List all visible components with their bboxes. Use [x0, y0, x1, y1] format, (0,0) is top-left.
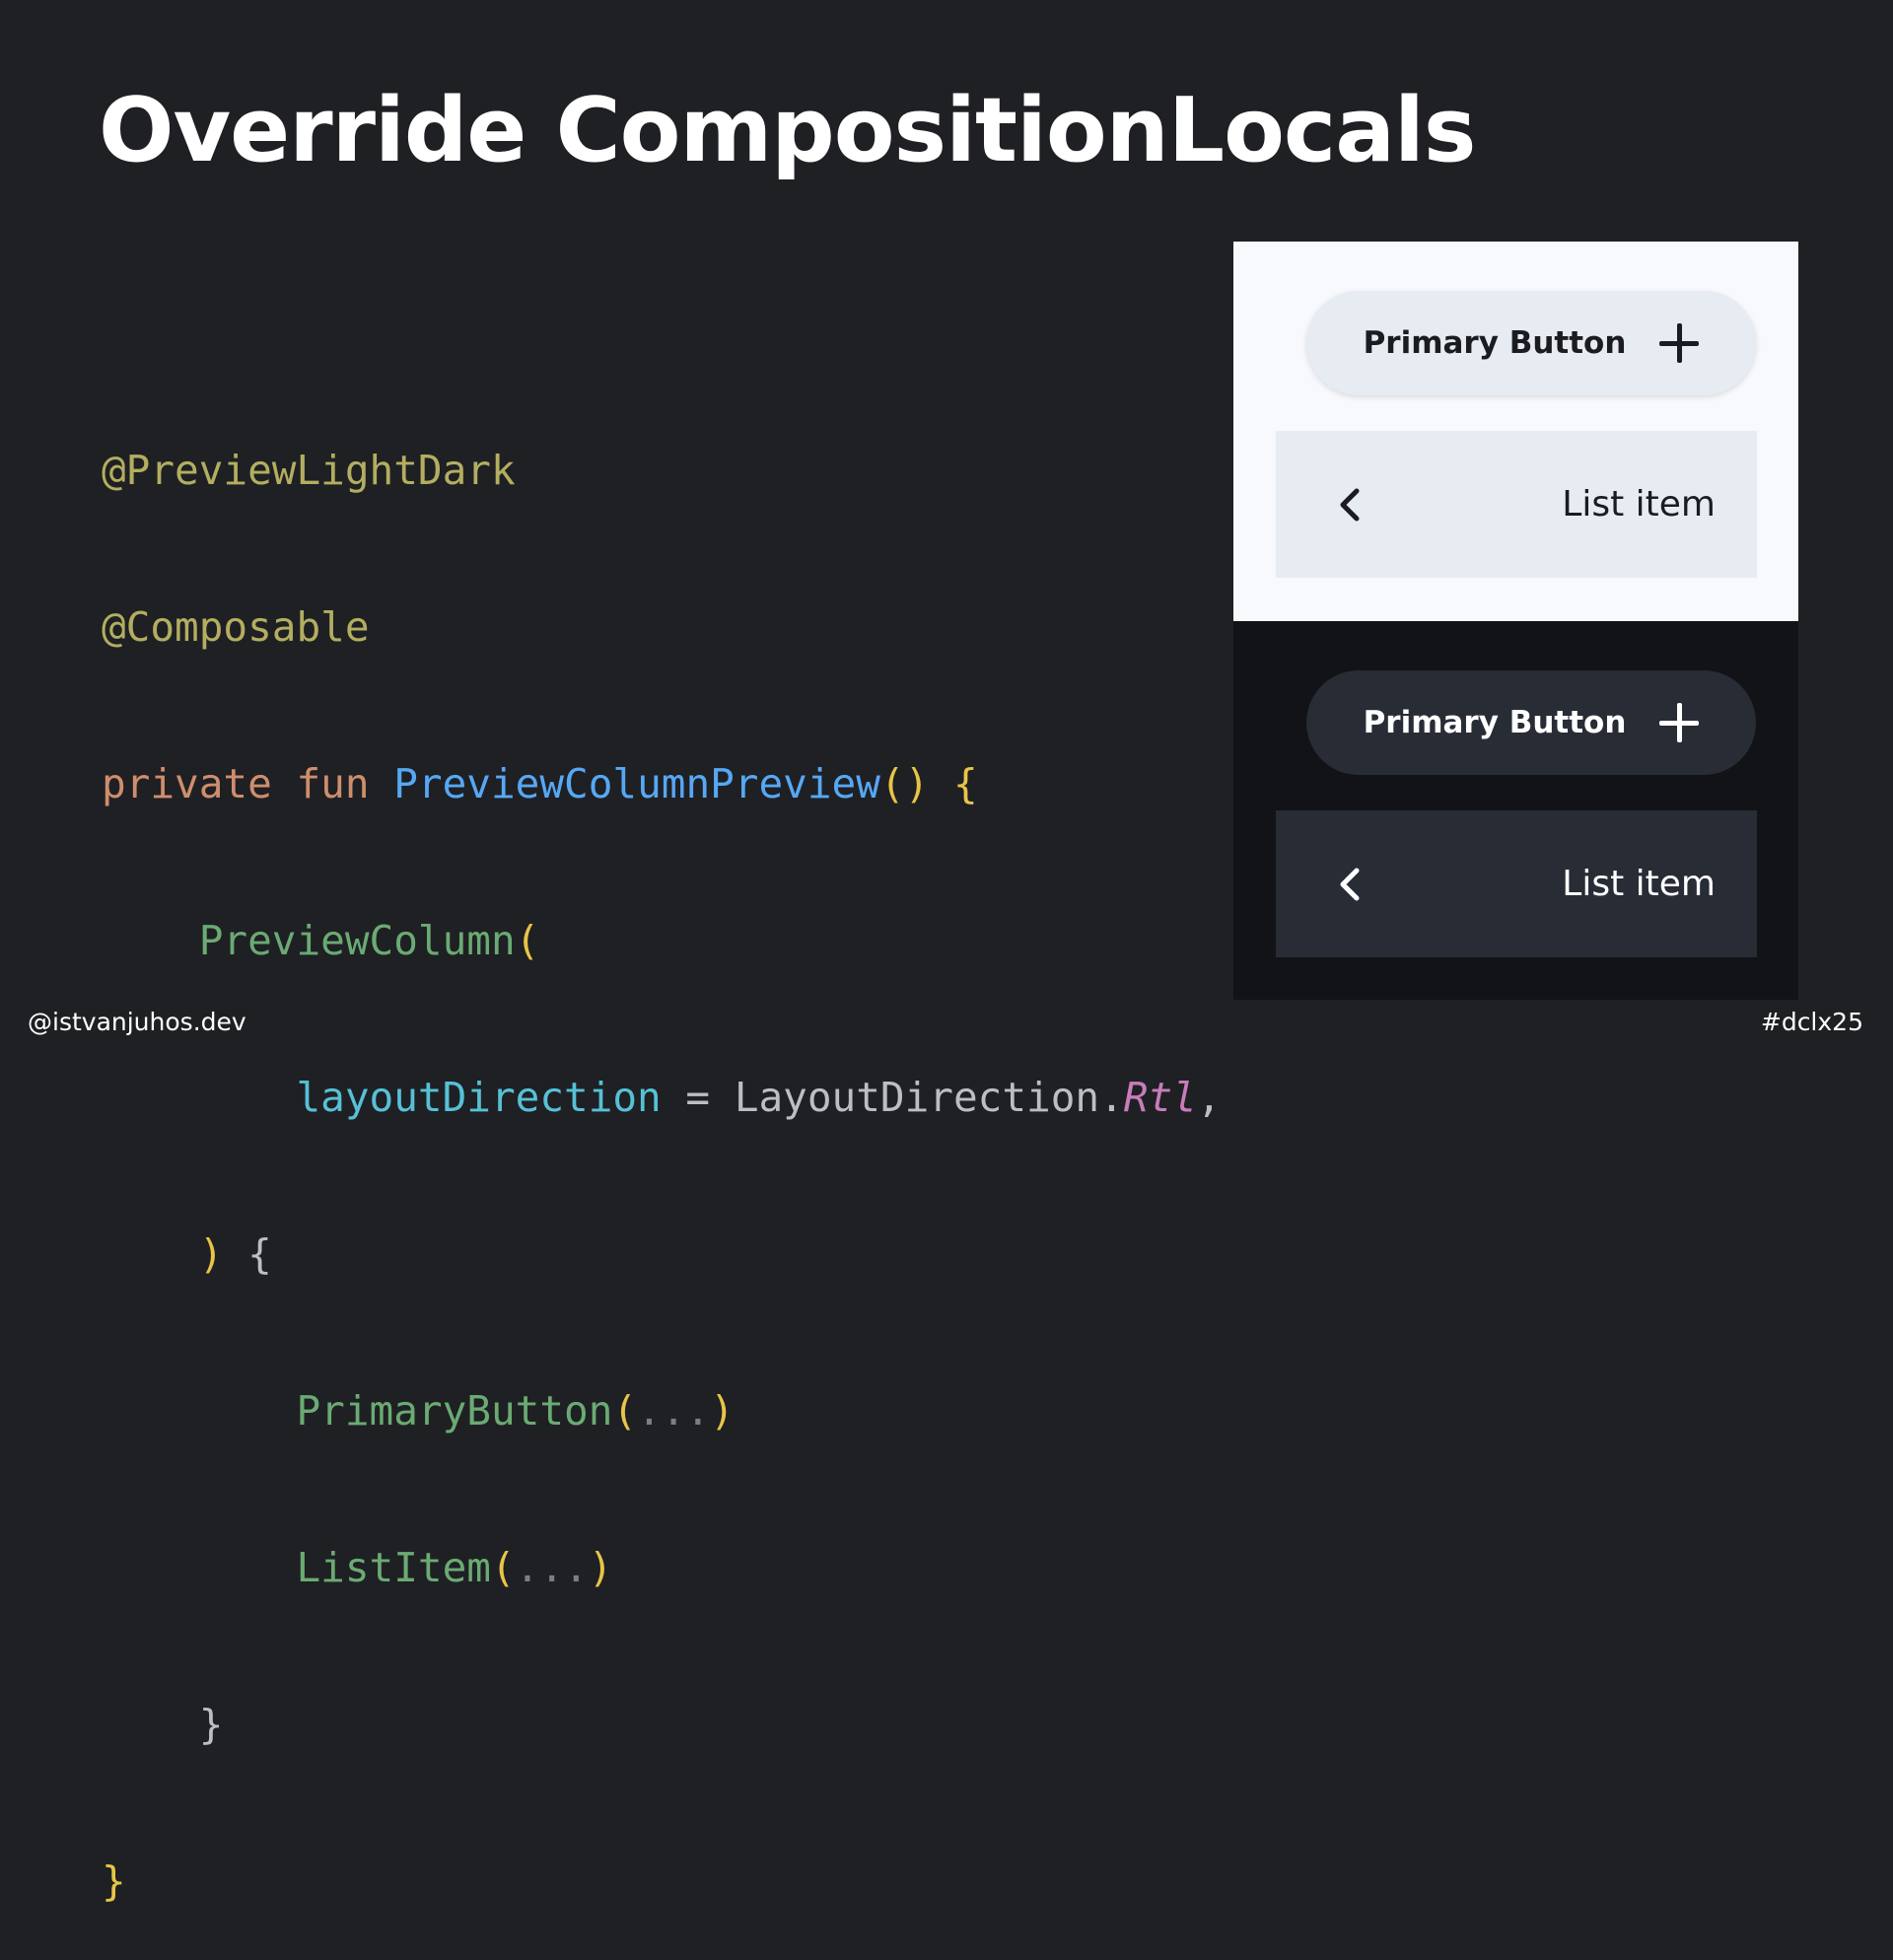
primary-button-close-paren: ) — [710, 1387, 735, 1435]
code-line-6: ) { — [102, 1228, 1222, 1281]
lambda-open-brace: { — [247, 1230, 272, 1278]
list-item-ellipsis: ... — [515, 1544, 589, 1591]
footer-handle: @istvanjuhos.dev — [28, 1008, 246, 1036]
code-line-4: PreviewColumn( — [102, 915, 1222, 967]
keyword-fun: fun — [296, 760, 370, 807]
primary-button-label: Primary Button — [1363, 325, 1627, 361]
equals-sign: = — [661, 1074, 735, 1121]
primary-button-light[interactable]: Primary Button — [1306, 291, 1756, 395]
list-item-open-paren: ( — [490, 1544, 516, 1591]
code-block: @PreviewLightDark @Composable private fu… — [102, 340, 1222, 1960]
class-layout-direction: LayoutDirection. — [734, 1074, 1124, 1121]
preview-dark: Primary Button List item — [1233, 621, 1798, 1000]
code-line-7: PrimaryButton(...) — [102, 1385, 1222, 1437]
primary-button-dark[interactable]: Primary Button — [1306, 670, 1756, 775]
list-item-label: List item — [1562, 484, 1716, 525]
param-layout-direction: layoutDirection — [296, 1074, 662, 1121]
keyword-private: private — [102, 760, 272, 807]
call-list-item: ListItem — [296, 1544, 491, 1591]
lambda-close-brace: } — [198, 1701, 224, 1748]
function-name: PreviewColumnPreview — [393, 760, 880, 807]
slide-title: Override CompositionLocals — [99, 79, 1476, 182]
code-line-3: private fun PreviewColumnPreview() { — [102, 758, 1222, 810]
code-line-10: } — [102, 1855, 1222, 1908]
trailing-comma: , — [1196, 1074, 1222, 1121]
plus-icon — [1659, 323, 1700, 363]
list-item-dark[interactable]: List item — [1276, 810, 1757, 957]
code-line-2: @Composable — [102, 601, 1222, 654]
call-preview-column: PreviewColumn — [198, 917, 516, 964]
function-close-brace: } — [102, 1857, 126, 1905]
value-rtl: Rtl — [1123, 1074, 1197, 1121]
annotation-preview-light-dark: @PreviewLightDark — [102, 447, 516, 494]
list-item-label: List item — [1562, 864, 1716, 904]
function-parens: () — [879, 760, 930, 807]
annotation-composable: @Composable — [102, 603, 370, 651]
chevron-left-icon — [1335, 865, 1365, 904]
plus-icon — [1659, 703, 1700, 742]
code-line-5: layoutDirection = LayoutDirection.Rtl, — [102, 1072, 1222, 1124]
footer-hashtag: #dclx25 — [1760, 1008, 1863, 1036]
code-line-8: ListItem(...) — [102, 1542, 1222, 1594]
preview-light: Primary Button List item — [1233, 242, 1798, 621]
function-open-brace: { — [952, 760, 978, 807]
code-line-9: } — [102, 1699, 1222, 1751]
list-item-close-paren: ) — [588, 1544, 613, 1591]
list-item-light[interactable]: List item — [1276, 431, 1757, 578]
code-line-1: @PreviewLightDark — [102, 445, 1222, 497]
preview-column-open-paren: ( — [515, 917, 540, 964]
chevron-left-icon — [1335, 485, 1365, 525]
preview-column-close-paren: ) — [198, 1230, 224, 1278]
primary-button-label: Primary Button — [1363, 705, 1627, 740]
primary-button-ellipsis: ... — [637, 1387, 711, 1435]
call-primary-button: PrimaryButton — [296, 1387, 613, 1435]
primary-button-open-paren: ( — [612, 1387, 638, 1435]
